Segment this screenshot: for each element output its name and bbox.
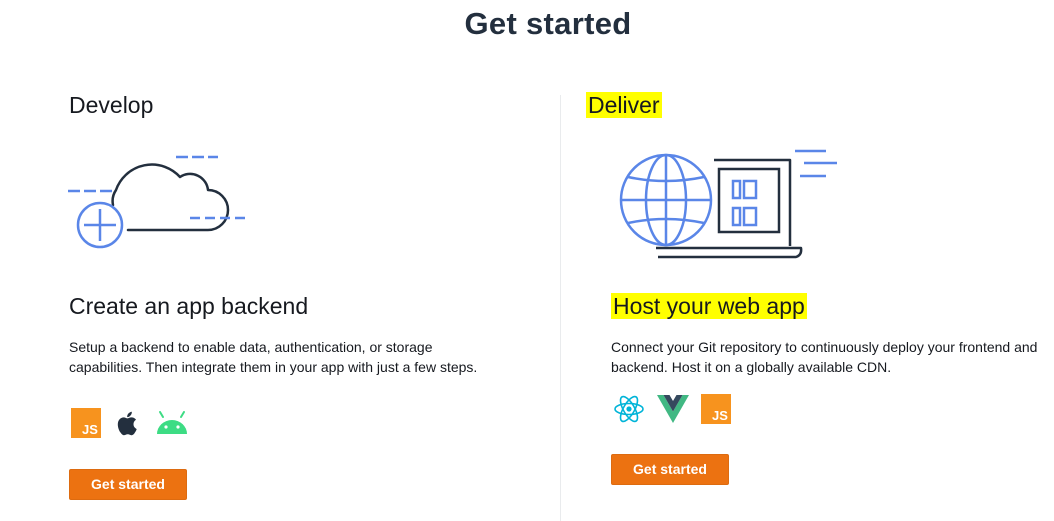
- deliver-description: Connect your Git repository to continuou…: [611, 339, 1038, 375]
- cloud-add-illustration: [68, 155, 248, 249]
- vue-icon: [657, 395, 689, 423]
- develop-get-started-button[interactable]: Get started: [69, 469, 187, 500]
- deliver-card-title: Host your web app: [611, 293, 807, 320]
- svg-text:JS: JS: [712, 408, 728, 423]
- page-title: Get started: [464, 6, 632, 41]
- react-icon: [614, 395, 644, 423]
- javascript-icon: JS: [71, 408, 101, 438]
- globe-laptop-illustration: [619, 149, 837, 259]
- deliver-heading: Deliver: [586, 92, 662, 119]
- column-divider: [560, 95, 561, 521]
- develop-card-title: Create an app backend: [69, 293, 309, 319]
- javascript-icon: JS: [701, 394, 731, 424]
- deliver-get-started-button[interactable]: Get started: [611, 454, 729, 485]
- deliver-card-title-text: Host your web app: [611, 293, 807, 319]
- develop-heading: Develop: [69, 92, 154, 118]
- deliver-heading-text: Deliver: [586, 92, 662, 118]
- svg-text:JS: JS: [82, 422, 98, 437]
- develop-platform-icons: JS: [71, 408, 189, 438]
- deliver-framework-icons: JS: [613, 393, 731, 425]
- apple-icon: [117, 411, 137, 436]
- develop-description: Setup a backend to enable data, authenti…: [69, 339, 478, 375]
- android-icon: [157, 411, 187, 434]
